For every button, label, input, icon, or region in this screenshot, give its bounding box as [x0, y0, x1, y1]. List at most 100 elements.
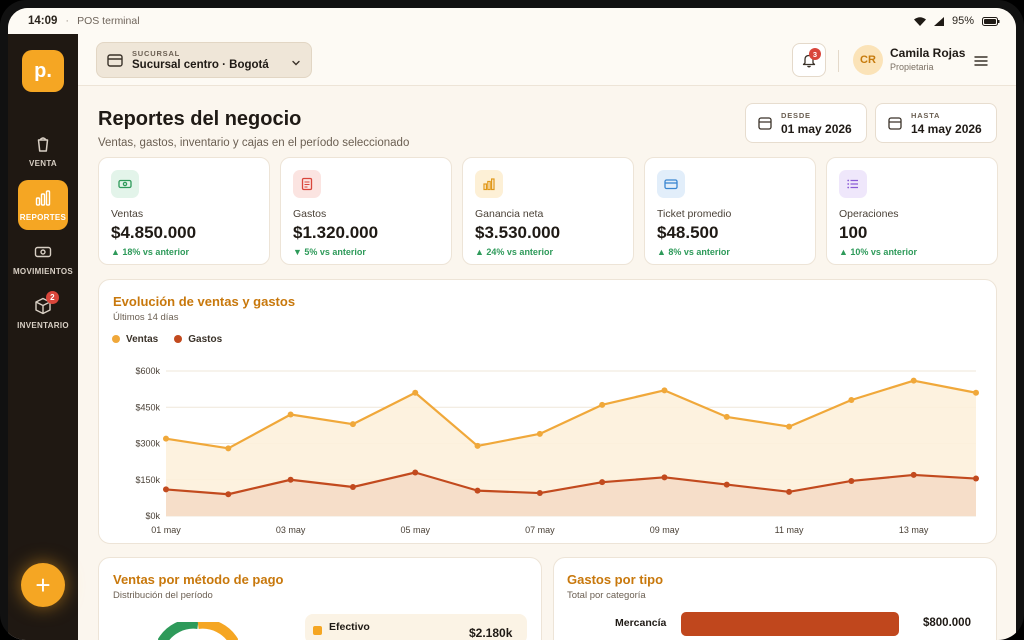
chart-legend: Ventas Gastos — [112, 334, 222, 345]
data-point-ventas — [163, 435, 169, 442]
avatar[interactable]: CR — [853, 45, 883, 75]
kpi-ganancia-card[interactable]: Ganancia neta $3.530.000 ▲ 24% vs anteri… — [462, 157, 634, 265]
payments-donut — [158, 622, 238, 640]
kpi-value: $3.530.000 — [475, 223, 561, 242]
payment-color-swatch — [313, 626, 322, 635]
date-from-value: 01 may 2026 — [781, 121, 852, 136]
y-tick-label: $600k — [135, 366, 160, 376]
kpi-delta: ▲ 10% vs anterior — [839, 247, 917, 257]
x-tick-label: 05 may — [400, 525, 430, 535]
data-point-gastos — [225, 491, 232, 498]
kpi-label: Ganancia neta — [475, 208, 544, 220]
expense-category-bar — [681, 612, 899, 636]
box-icon: 2 — [34, 290, 59, 315]
list-icon — [839, 170, 867, 198]
receipt-icon — [293, 170, 321, 198]
sidebar-item-label: REPORTES — [19, 212, 67, 222]
branch-selector[interactable]: SUCURSAL Sucursal centro · Bogotá — [96, 42, 312, 78]
add-button[interactable]: + — [21, 563, 65, 607]
payments-title: Ventas por método de pago — [113, 572, 284, 587]
kpi-value: $4.850.000 — [111, 223, 197, 242]
sidebar-item-label: VENTA — [28, 158, 58, 168]
app-logo[interactable]: p. — [22, 50, 64, 92]
kpi-label: Ticket promedio — [657, 208, 732, 220]
expenses-subtitle: Total por categoría — [567, 590, 646, 601]
expenses-title: Gastos por tipo — [567, 572, 664, 587]
y-tick-label: $450k — [135, 402, 160, 412]
kpi-gastos-card[interactable]: Gastos $1.320.000 ▼ 5% vs anterior — [280, 157, 452, 265]
y-tick-label: $0k — [145, 511, 160, 521]
calendar-icon — [758, 116, 772, 130]
data-point-ventas — [910, 377, 917, 384]
inventory-badge: 2 — [46, 290, 59, 304]
status-separator: · — [65, 15, 70, 27]
screen: 14:09 · POS terminal 95% p. VENTA REPORT… — [8, 8, 1016, 640]
sidebar-item-venta[interactable]: VENTA — [18, 126, 68, 176]
data-point-ventas — [349, 421, 356, 428]
kpi-delta: ▲ 18% vs anterior — [111, 247, 189, 257]
page-subtitle: Ventas, gastos, inventario y cajas en el… — [98, 137, 410, 149]
signal-icon — [933, 16, 944, 26]
data-point-gastos — [287, 476, 294, 483]
date-from-label: DESDE — [781, 110, 811, 120]
device-frame: 14:09 · POS terminal 95% p. VENTA REPORT… — [0, 0, 1024, 640]
date-to-picker[interactable]: HASTA 14 may 2026 — [875, 103, 997, 143]
data-point-ventas — [536, 430, 543, 437]
kpi-label: Operaciones — [839, 208, 899, 220]
card-icon — [657, 170, 685, 198]
legend-item-gastos[interactable]: Gastos — [174, 334, 222, 345]
data-point-gastos — [599, 479, 606, 486]
bar-chart-icon — [475, 170, 503, 198]
data-point-gastos — [973, 475, 979, 482]
menu-icon[interactable] — [974, 54, 988, 66]
data-point-gastos — [723, 481, 730, 488]
status-app-name: POS terminal — [77, 15, 140, 27]
trend-subtitle: Últimos 14 días — [113, 312, 179, 323]
data-point-gastos — [163, 486, 169, 493]
payment-method-value: $2.180k — [469, 626, 513, 640]
legend-label: Ventas — [126, 334, 159, 345]
x-tick-label: 01 may — [151, 525, 181, 535]
kpi-operaciones-card[interactable]: Operaciones 100 ▲ 10% vs anterior — [826, 157, 998, 265]
calendar-icon — [888, 116, 902, 130]
payment-method-item[interactable]: Efectivo $2.180k — [305, 614, 527, 640]
data-point-gastos — [661, 474, 668, 481]
data-point-gastos — [786, 488, 793, 495]
date-from-picker[interactable]: DESDE 01 may 2026 — [745, 103, 867, 143]
header-divider — [838, 50, 839, 72]
data-point-ventas — [474, 442, 481, 449]
data-point-ventas — [661, 387, 668, 394]
sidebar-item-movimientos[interactable]: MOVIMIENTOS — [10, 234, 76, 284]
expense-category-value: $800.000 — [923, 617, 971, 629]
wifi-icon — [913, 16, 926, 26]
user-role: Propietaria — [890, 62, 934, 72]
legend-item-ventas[interactable]: Ventas — [112, 334, 158, 345]
kpi-delta: ▲ 24% vs anterior — [475, 247, 553, 257]
kpi-value: $48.500 — [657, 223, 719, 242]
legend-dot — [174, 335, 183, 344]
kpi-label: Ventas — [111, 208, 144, 220]
payments-subtitle: Distribución del período — [113, 590, 213, 601]
kpi-ventas-card[interactable]: Ventas $4.850.000 ▲ 18% vs anterior — [98, 157, 270, 265]
kpi-label: Gastos — [293, 208, 327, 220]
data-point-gastos — [910, 471, 917, 478]
sidebar-item-inventario[interactable]: 2 INVENTARIO — [10, 288, 76, 338]
data-point-ventas — [786, 423, 793, 430]
y-tick-label: $300k — [135, 439, 160, 449]
kpi-delta: ▼ 5% vs anterior — [293, 247, 366, 257]
data-point-gastos — [536, 490, 543, 497]
branch-value: Sucursal centro · Bogotá — [132, 59, 269, 71]
x-tick-label: 09 may — [650, 525, 680, 535]
sidebar-item-reportes[interactable]: REPORTES — [18, 180, 68, 230]
page-title: Reportes del negocio — [98, 108, 302, 130]
sidebar-item-label: MOVIMIENTOS — [12, 266, 74, 276]
kpi-value: 100 — [839, 223, 868, 242]
kpi-ticket-card[interactable]: Ticket promedio $48.500 ▲ 8% vs anterior — [644, 157, 816, 265]
x-tick-label: 13 may — [899, 525, 929, 535]
sidebar-item-label: INVENTARIO — [17, 320, 69, 330]
payment-method-name: Efectivo — [329, 621, 370, 633]
data-point-ventas — [412, 389, 419, 396]
notifications-button[interactable]: 3 — [792, 43, 826, 77]
legend-label: Gastos — [188, 334, 223, 345]
x-tick-label: 11 may — [775, 525, 804, 535]
